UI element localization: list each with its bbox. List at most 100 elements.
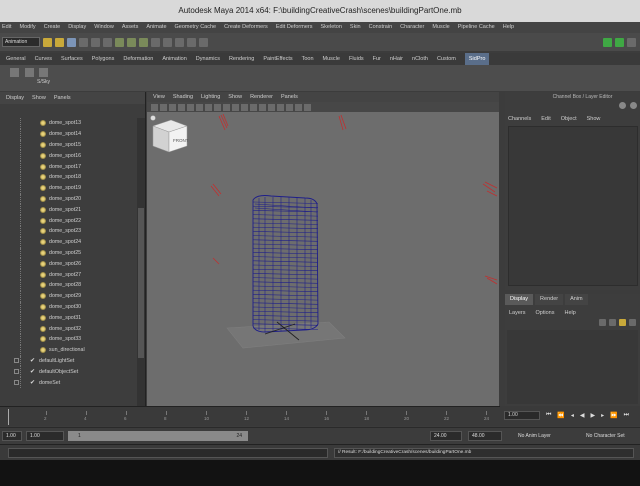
channel-box-menu-channels[interactable]: Channels [508, 114, 531, 124]
menu-set-dropdown[interactable]: Animation [2, 37, 40, 47]
menu-window[interactable]: Window [94, 22, 114, 33]
viewport-menu-view[interactable]: View [153, 92, 165, 102]
view-cube[interactable]: FRONT [147, 112, 191, 156]
snap-point-icon[interactable] [139, 37, 148, 47]
layer-menu-layers[interactable]: Layers [509, 308, 526, 318]
menu-edit-deformers[interactable]: Edit Deformers [276, 22, 313, 33]
menu-create-deformers[interactable]: Create Deformers [224, 22, 268, 33]
render-settings-icon[interactable] [199, 37, 208, 47]
grid-icon[interactable] [187, 103, 194, 111]
outliner-item[interactable]: dome_spot16 [0, 150, 136, 162]
menu-create[interactable]: Create [44, 22, 61, 33]
outliner-item[interactable]: dome_spot23 [0, 225, 136, 237]
outliner-item[interactable]: sun_directional [0, 344, 136, 356]
viewport-menu-show[interactable]: Show [228, 92, 242, 102]
building-wireframe[interactable] [252, 195, 319, 333]
shelf-tab-sidpro[interactable]: SidPro [464, 53, 490, 65]
new-scene-icon[interactable] [43, 37, 52, 47]
use-lights-icon[interactable] [268, 103, 275, 111]
bookmark-icon[interactable] [169, 103, 176, 111]
viewport-menu-panels[interactable]: Panels [281, 92, 298, 102]
outliner-item[interactable]: dome_spot24 [0, 236, 136, 248]
film-gate-icon[interactable] [196, 103, 203, 111]
shelf-tab-dynamics[interactable]: Dynamics [196, 53, 220, 65]
outliner-item[interactable]: dome_spot14 [0, 128, 136, 140]
xray-icon[interactable] [286, 103, 293, 111]
shelf-tab-deformation[interactable]: Deformation [123, 53, 153, 65]
go-to-start-icon[interactable]: ⏮ [546, 412, 551, 419]
expand-icon[interactable] [14, 358, 19, 364]
layer-menu-help[interactable]: Help [564, 308, 575, 318]
shelf-tab-ncloth[interactable]: nCloth [412, 53, 428, 65]
history-icon[interactable] [163, 37, 172, 47]
shelf-tab-nhair[interactable]: nHair [390, 53, 403, 65]
select-component-icon[interactable] [103, 37, 112, 47]
shelf-tab-muscle[interactable]: Muscle [323, 53, 340, 65]
select-hierarchy-icon[interactable] [79, 37, 88, 47]
shelf-tab-custom[interactable]: Custom [437, 53, 456, 65]
outliner-item[interactable]: ✔ defaultObjectSet [0, 366, 136, 378]
outliner-item[interactable]: ✔ defaultLightSet [0, 355, 136, 367]
current-time-marker[interactable] [8, 409, 9, 425]
save-scene-icon[interactable] [67, 37, 76, 47]
new-layer-selected-icon[interactable] [629, 319, 636, 326]
outliner-item[interactable]: dome_spot22 [0, 215, 136, 226]
resolution-gate-icon[interactable] [205, 103, 212, 111]
select-camera-icon[interactable] [151, 103, 158, 111]
textured-icon[interactable] [259, 103, 266, 111]
shelf-tab-surfaces[interactable]: Surfaces [61, 53, 83, 65]
layer-tab-display[interactable]: Display [505, 294, 534, 305]
shelf-tab-fluids[interactable]: Fluids [349, 53, 364, 65]
menu-animate[interactable]: Animate [146, 22, 166, 33]
outliner-item[interactable]: dome_spot25 [0, 247, 136, 259]
outliner-menu-display[interactable]: Display [6, 92, 24, 104]
time-slider[interactable]: 2 4 6 8 10 12 14 16 18 20 22 24 [0, 406, 500, 426]
menu-modify[interactable]: Modify [19, 22, 35, 33]
open-scene-icon[interactable] [55, 37, 64, 47]
wireframe-icon[interactable] [241, 103, 248, 111]
outliner-item[interactable]: dome_spot33 [0, 333, 136, 345]
anim-layer-dropdown[interactable]: No Anim Layer [518, 431, 551, 441]
layer-menu-options[interactable]: Options [536, 308, 555, 318]
outliner-item[interactable]: dome_spot29 [0, 290, 136, 302]
viewport-menu-lighting[interactable]: Lighting [201, 92, 220, 102]
shelf-tab-general[interactable]: General [6, 53, 26, 65]
character-set-dropdown[interactable]: No Character Set [586, 431, 625, 441]
snap-curve-icon[interactable] [127, 37, 136, 47]
viewport-menu-renderer[interactable]: Renderer [250, 92, 273, 102]
expand-icon[interactable] [14, 380, 19, 386]
shelf-tab-painteffects[interactable]: PaintEffects [263, 53, 292, 65]
toggle-channel-box-icon[interactable] [627, 37, 636, 47]
channel-box-menu-edit[interactable]: Edit [541, 114, 550, 124]
shelf-tab-polygons[interactable]: Polygons [92, 53, 115, 65]
outliner-item[interactable]: dome_spot31 [0, 312, 136, 324]
shelf-tab-animation[interactable]: Animation [162, 53, 186, 65]
animation-start-field[interactable]: 1.00 [2, 431, 22, 441]
step-forward-frame-icon[interactable]: ▸ [601, 412, 604, 419]
channel-box-settings-icon[interactable] [619, 102, 626, 109]
snap-plane-icon[interactable] [151, 37, 160, 47]
safe-action-icon[interactable] [232, 103, 239, 111]
shelf-tab-rendering[interactable]: Rendering [229, 53, 254, 65]
playback-start-field[interactable]: 1.00 [26, 431, 64, 441]
menu-character[interactable]: Character [400, 22, 424, 33]
outliner-item[interactable]: dome_spot19 [0, 182, 136, 194]
gate-mask-icon[interactable] [214, 103, 221, 111]
ipr-render-icon[interactable] [187, 37, 196, 47]
channel-box-toggle-icon[interactable] [630, 102, 637, 109]
layer-tab-render[interactable]: Render [535, 294, 564, 305]
shelf-sky-icon[interactable] [39, 68, 48, 77]
command-input[interactable] [8, 448, 328, 458]
channel-box-menu-show[interactable]: Show [587, 114, 601, 124]
go-to-end-icon[interactable]: ⏭ [624, 412, 629, 419]
xray-joints-icon[interactable] [304, 103, 311, 111]
outliner-item[interactable]: dome_spot26 [0, 258, 136, 270]
outliner-scrollbar-thumb[interactable] [138, 208, 144, 358]
snap-grid-icon[interactable] [115, 37, 124, 47]
menu-muscle[interactable]: Muscle [432, 22, 449, 33]
outliner-item[interactable]: dome_spot27 [0, 269, 136, 280]
outliner-menu-panels[interactable]: Panels [54, 92, 71, 104]
outliner-scrollbar[interactable] [137, 118, 145, 406]
camera-attributes-icon[interactable] [160, 103, 167, 111]
shelf-tab-curves[interactable]: Curves [35, 53, 52, 65]
